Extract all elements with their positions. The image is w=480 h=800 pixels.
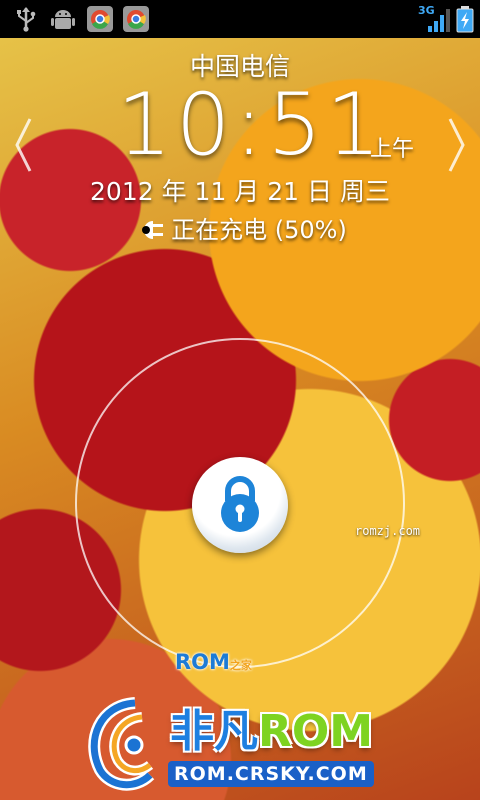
arrow-right-icon[interactable] [446,115,468,175]
rom-home-logo-sub: 之家 [229,659,252,672]
watermark-romzj: romzj.com [355,524,421,538]
charging-plug-icon [142,221,164,239]
lock-icon [221,476,259,532]
android-debug-icon [51,10,75,29]
arrow-left-icon[interactable] [12,115,34,175]
brand-title: 非凡ROM [170,695,373,759]
clock-ampm: 上午 [370,137,415,162]
chrome-app-icon [123,6,149,32]
battery-charging-icon [456,6,474,33]
chrome-app-icon [87,6,113,32]
lockscreen: 3G 中国电信 10:51 上午 2012 年 11 月 21 日 周三 正在充… [0,0,480,800]
unlock-handle[interactable] [192,457,288,553]
clock-time: 10:51 [117,75,385,175]
date-label: 2012 年 11 月 21 日 周三 [90,177,390,206]
brand-title-part1: 非凡 [170,706,258,757]
brand-url: ROM.CRSKY.COM [168,761,374,787]
usb-icon [17,7,36,32]
rom-home-logo: ROM之家 [175,650,252,674]
charging-status-text: 正在充电 (50%) [171,216,347,244]
brand-watermark: 非凡ROM ROM.CRSKY.COM [80,695,420,795]
status-bar: 3G [0,0,480,38]
rom-home-logo-main: ROM [175,650,230,674]
charging-status: 正在充电 (50%) [0,210,480,245]
signal-icon [428,9,450,32]
brand-swirl-logo [88,697,155,791]
brand-title-part2: ROM [258,706,374,757]
